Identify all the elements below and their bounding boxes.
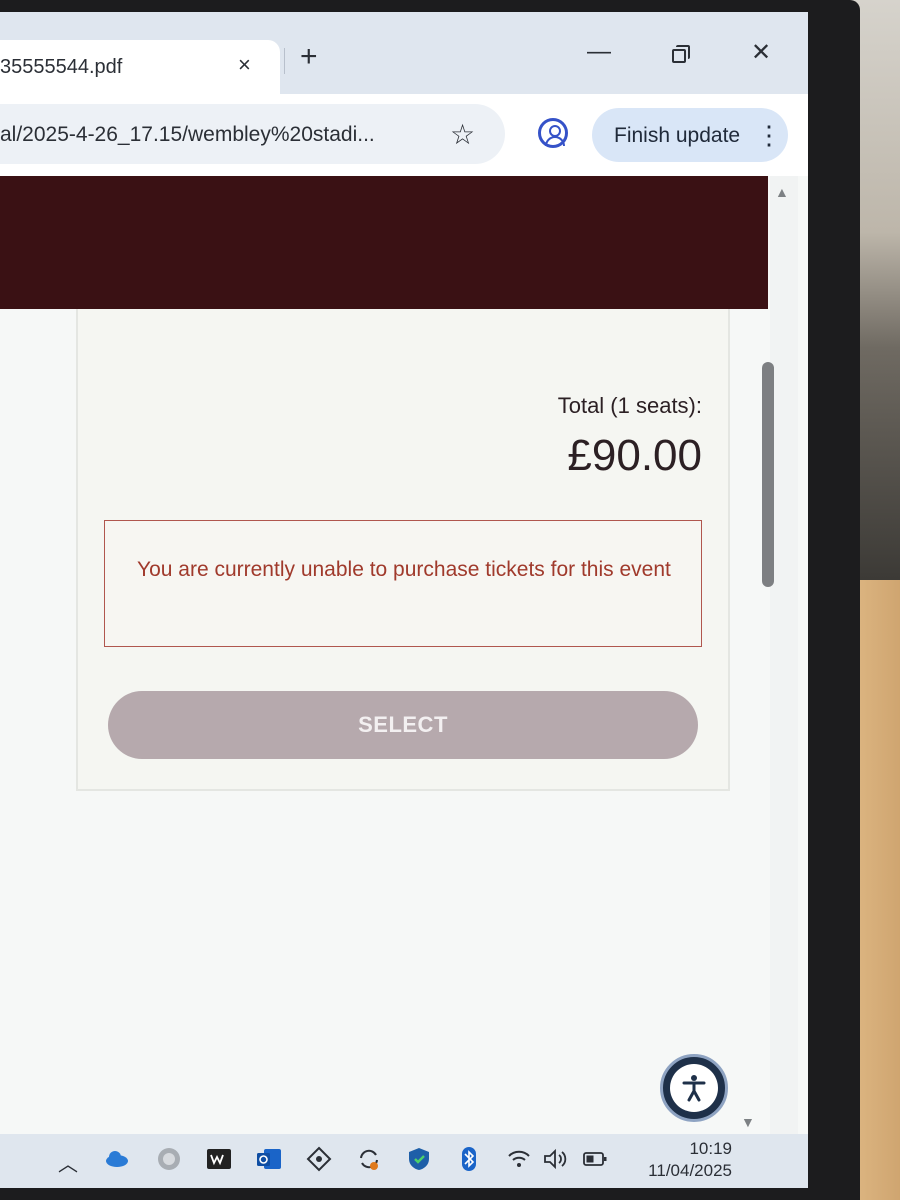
bookmark-star-icon[interactable]: ☆: [450, 118, 475, 151]
finish-update-label: Finish update: [614, 124, 741, 147]
browser-toolbar: al/2025-4-26_17.15/wembley%20stadi... ☆ …: [0, 94, 808, 176]
header-banner: [0, 176, 768, 309]
tab-separator: [284, 48, 285, 74]
chevron-up-icon[interactable]: ︿: [58, 1148, 84, 1176]
accessibility-button[interactable]: [660, 1054, 728, 1122]
tab-close-icon[interactable]: ×: [238, 52, 251, 78]
restore-icon[interactable]: [664, 38, 694, 66]
select-button[interactable]: SELECT: [108, 691, 698, 759]
defender-shield-icon[interactable]: [406, 1146, 432, 1172]
tab-strip: 35555544.pdf × + — ✕: [0, 12, 808, 94]
scroll-down-arrow-icon[interactable]: ▼: [741, 1114, 755, 1130]
address-bar[interactable]: al/2025-4-26_17.15/wembley%20stadi... ☆: [0, 104, 505, 164]
wifi-icon[interactable]: [506, 1146, 532, 1172]
finish-update-button[interactable]: Finish update ⋮: [592, 108, 788, 162]
accessibility-icon: [670, 1064, 718, 1112]
volume-icon[interactable]: [542, 1146, 568, 1172]
w-app-icon[interactable]: [206, 1146, 232, 1172]
app-circle-icon[interactable]: [156, 1146, 182, 1172]
taskbar-clock[interactable]: 10:19 11/04/2025: [648, 1138, 732, 1182]
select-button-label: SELECT: [358, 712, 448, 737]
monitor-bezel: 35555544.pdf × + — ✕ al/2025-4-26_17.15/…: [0, 0, 860, 1200]
scrollbar-track[interactable]: [770, 176, 798, 1134]
clock-time: 10:19: [689, 1139, 732, 1158]
close-window-icon[interactable]: ✕: [746, 38, 776, 67]
scrollbar-thumb[interactable]: [762, 362, 774, 587]
onedrive-cloud-icon[interactable]: [104, 1146, 130, 1172]
error-alert: You are currently unable to purchase tic…: [104, 520, 702, 647]
battery-icon[interactable]: [582, 1146, 608, 1172]
page-viewport: Total (1 seats): £90.00 You are currentl…: [0, 176, 808, 1134]
total-label: Total (1 seats):: [557, 393, 702, 418]
outlook-icon[interactable]: [256, 1146, 282, 1172]
scroll-up-arrow-icon[interactable]: ▲: [775, 184, 789, 200]
profile-icon[interactable]: [538, 118, 568, 148]
tab-pdf[interactable]: 35555544.pdf ×: [0, 40, 280, 94]
screen: 35555544.pdf × + — ✕ al/2025-4-26_17.15/…: [0, 12, 808, 1188]
menu-kebab-icon[interactable]: ⋮: [756, 118, 782, 152]
taskbar: ︿ 10:19 11/04/2025: [0, 1134, 808, 1188]
tab-title: 35555544.pdf: [0, 56, 123, 78]
error-message: You are currently unable to purchase tic…: [137, 558, 671, 581]
total-amount: £90.00: [567, 431, 702, 480]
clock-date: 11/04/2025: [648, 1161, 732, 1180]
new-tab-icon[interactable]: +: [300, 40, 318, 74]
purchase-card: Total (1 seats): £90.00 You are currentl…: [76, 309, 730, 791]
bluetooth-icon[interactable]: [456, 1146, 482, 1172]
url-text[interactable]: al/2025-4-26_17.15/wembley%20stadi...: [0, 123, 375, 147]
sync-icon[interactable]: [356, 1146, 382, 1172]
network-tool-icon[interactable]: [306, 1146, 332, 1172]
minimize-icon[interactable]: —: [584, 38, 614, 66]
